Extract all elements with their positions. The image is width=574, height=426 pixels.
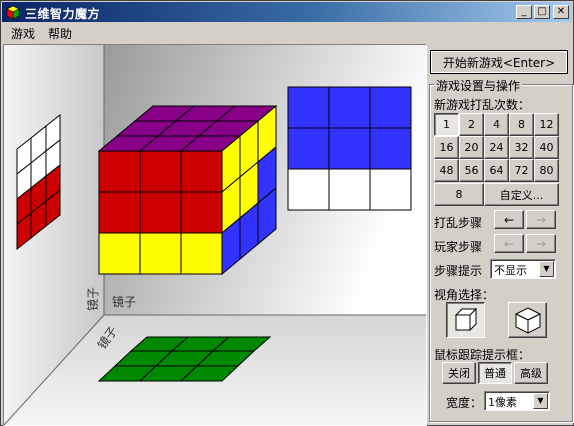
- cube-corner-view-icon: [514, 307, 541, 334]
- cube-3d-viewport[interactable]: 镜子 镜子 镜子: [3, 44, 427, 426]
- mirror-label-back: 镜子: [112, 294, 136, 309]
- settings-group-title: 游戏设置与操作: [434, 77, 523, 94]
- menu-game[interactable]: 游戏: [11, 25, 35, 42]
- scramble-8-button[interactable]: 8: [509, 113, 534, 136]
- cube-app-icon: [6, 5, 20, 20]
- scramble-2-button[interactable]: 2: [459, 113, 484, 136]
- dropdown-arrow-icon[interactable]: ▼: [533, 393, 548, 409]
- scramble-80-button[interactable]: 80: [534, 159, 559, 182]
- cube-scene[interactable]: 镜子 镜子 镜子: [4, 45, 426, 425]
- view-select-label: 视角选择：: [434, 288, 495, 302]
- scramble-40-button[interactable]: 40: [534, 136, 559, 159]
- control-panel: 开始新游戏<Enter> 游戏设置与操作 新游戏打乱次数： 1 2 4 8 12…: [426, 44, 573, 424]
- rubiks-cube[interactable]: [97, 104, 278, 276]
- width-value: 1像素: [488, 396, 517, 409]
- scramble-12-button[interactable]: 12: [534, 113, 559, 136]
- scramble-20-button[interactable]: 20: [459, 136, 484, 159]
- maximize-button[interactable]: □: [534, 5, 550, 19]
- step-hint-select[interactable]: 不显示 ▼: [490, 259, 556, 279]
- new-game-button[interactable]: 开始新游戏<Enter>: [430, 50, 568, 74]
- scramble-step-back-button[interactable]: ←: [494, 210, 524, 229]
- menu-bar: 游戏 帮助: [2, 23, 572, 42]
- back-mirror-reflection: [287, 86, 412, 211]
- window-title: 三维智力魔方: [25, 7, 101, 21]
- scramble-1-button[interactable]: 1: [434, 113, 459, 136]
- menu-help[interactable]: 帮助: [48, 25, 72, 42]
- scramble-32-button[interactable]: 32: [509, 136, 534, 159]
- scramble-24-button[interactable]: 24: [484, 136, 509, 159]
- scramble-custom-button[interactable]: 自定义...: [484, 183, 559, 206]
- minimize-button[interactable]: _: [516, 5, 532, 19]
- tracking-off-button[interactable]: 关闭: [442, 362, 476, 384]
- player-step-forward-button[interactable]: →: [526, 234, 556, 253]
- scramble-64-button[interactable]: 64: [484, 159, 509, 182]
- mouse-tracking-label: 鼠标跟踪提示框：: [434, 348, 531, 362]
- tracking-normal-button[interactable]: 普通: [478, 362, 512, 384]
- scramble-count-label: 新游戏打乱次数：: [434, 98, 531, 112]
- title-bar[interactable]: 三维智力魔方 _ □ ✕: [2, 2, 572, 22]
- scramble-72-button[interactable]: 72: [509, 159, 534, 182]
- scramble-4-button[interactable]: 4: [484, 113, 509, 136]
- scramble-48-button[interactable]: 48: [434, 159, 459, 182]
- view-front-button[interactable]: [446, 302, 485, 338]
- step-hint-label: 步骤提示: [434, 264, 483, 278]
- width-label: 宽度：: [446, 396, 483, 410]
- view-corner-button[interactable]: [508, 302, 547, 338]
- close-button[interactable]: ✕: [553, 5, 569, 19]
- player-step-back-button[interactable]: ←: [494, 234, 524, 253]
- dropdown-arrow-icon[interactable]: ▼: [539, 261, 554, 277]
- app-window: 三维智力魔方 _ □ ✕ 游戏 帮助 镜子 镜子 镜子 开始新游戏<Enter>…: [0, 0, 574, 426]
- width-select[interactable]: 1像素 ▼: [484, 391, 550, 411]
- tracking-advanced-button[interactable]: 高级: [514, 362, 548, 384]
- cube-front-view-icon: [454, 307, 477, 332]
- scramble-steps-label: 打乱步骤: [434, 216, 483, 230]
- mirror-label-left: 镜子: [85, 287, 100, 311]
- step-hint-value: 不显示: [494, 264, 527, 277]
- scramble-step-forward-button[interactable]: →: [526, 210, 556, 229]
- scramble-custom-value[interactable]: 8: [434, 183, 484, 206]
- scramble-16-button[interactable]: 16: [434, 136, 459, 159]
- player-steps-label: 玩家步骤: [434, 240, 483, 254]
- scramble-56-button[interactable]: 56: [459, 159, 484, 182]
